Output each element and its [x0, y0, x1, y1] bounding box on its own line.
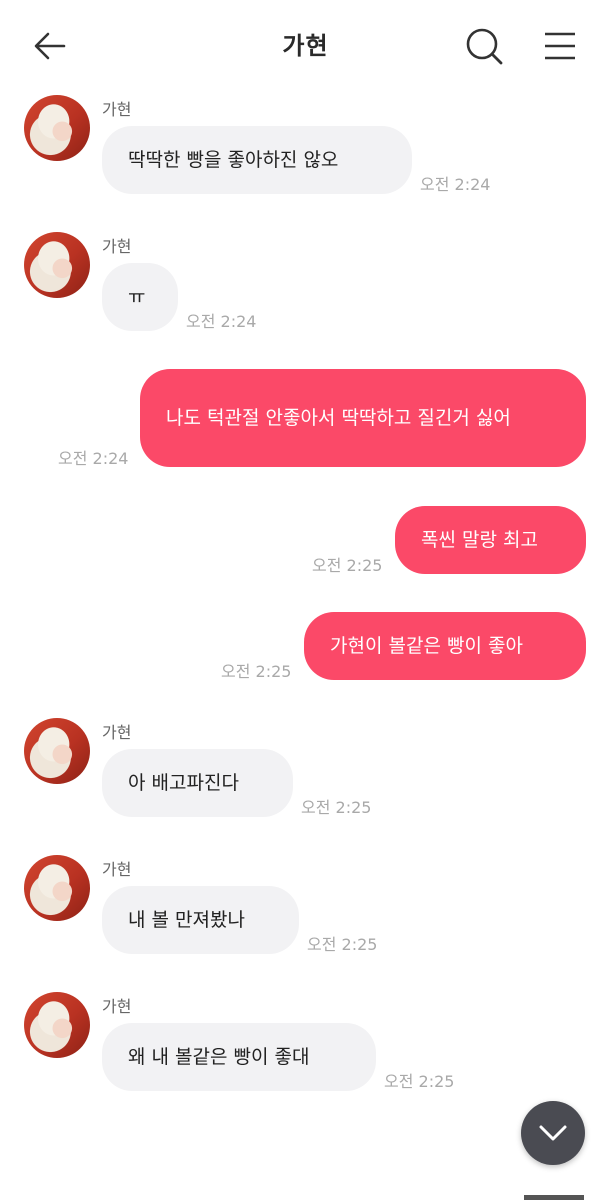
menu-button[interactable]	[542, 30, 578, 62]
message-time: 오전 2:25	[221, 662, 292, 681]
avatar[interactable]	[24, 232, 90, 298]
avatar[interactable]	[24, 855, 90, 921]
message-time: 오전 2:24	[58, 449, 129, 468]
sender-name: 가현	[102, 723, 132, 742]
sender-name: 가현	[102, 997, 132, 1016]
message-time: 오전 2:24	[186, 312, 257, 331]
message-bubble[interactable]: 내 볼 만져봤나	[102, 886, 299, 954]
message-bubble[interactable]: 폭씬 말랑 최고	[395, 506, 586, 574]
scroll-to-bottom-button[interactable]	[521, 1101, 585, 1165]
chat-header: 가현	[0, 0, 611, 90]
hamburger-menu-icon	[545, 32, 575, 60]
bottom-edge-bar	[524, 1195, 584, 1200]
sender-name: 가현	[102, 237, 132, 256]
message-bubble[interactable]: ㅠ	[102, 263, 178, 331]
message-bubble[interactable]: 왜 내 볼같은 빵이 좋대	[102, 1023, 376, 1091]
chevron-down-icon	[539, 1125, 567, 1141]
message-time: 오전 2:24	[420, 175, 491, 194]
search-button[interactable]	[464, 26, 504, 66]
sender-name: 가현	[102, 860, 132, 879]
message-bubble[interactable]: 딱딱한 빵을 좋아하진 않오	[102, 126, 412, 194]
avatar[interactable]	[24, 718, 90, 784]
message-time: 오전 2:25	[301, 798, 372, 817]
message-bubble[interactable]: 가현이 볼같은 빵이 좋아	[304, 612, 586, 680]
message-time: 오전 2:25	[307, 935, 378, 954]
message-bubble[interactable]: 나도 턱관절 안좋아서 딱딱하고 질긴거 싫어	[140, 369, 586, 467]
message-bubble[interactable]: 아 배고파진다	[102, 749, 293, 817]
search-icon	[466, 28, 503, 65]
message-time: 오전 2:25	[312, 556, 383, 575]
chat-title: 가현	[282, 32, 329, 60]
sender-name: 가현	[102, 100, 132, 119]
avatar[interactable]	[24, 95, 90, 161]
message-time: 오전 2:25	[384, 1072, 455, 1091]
avatar[interactable]	[24, 992, 90, 1058]
